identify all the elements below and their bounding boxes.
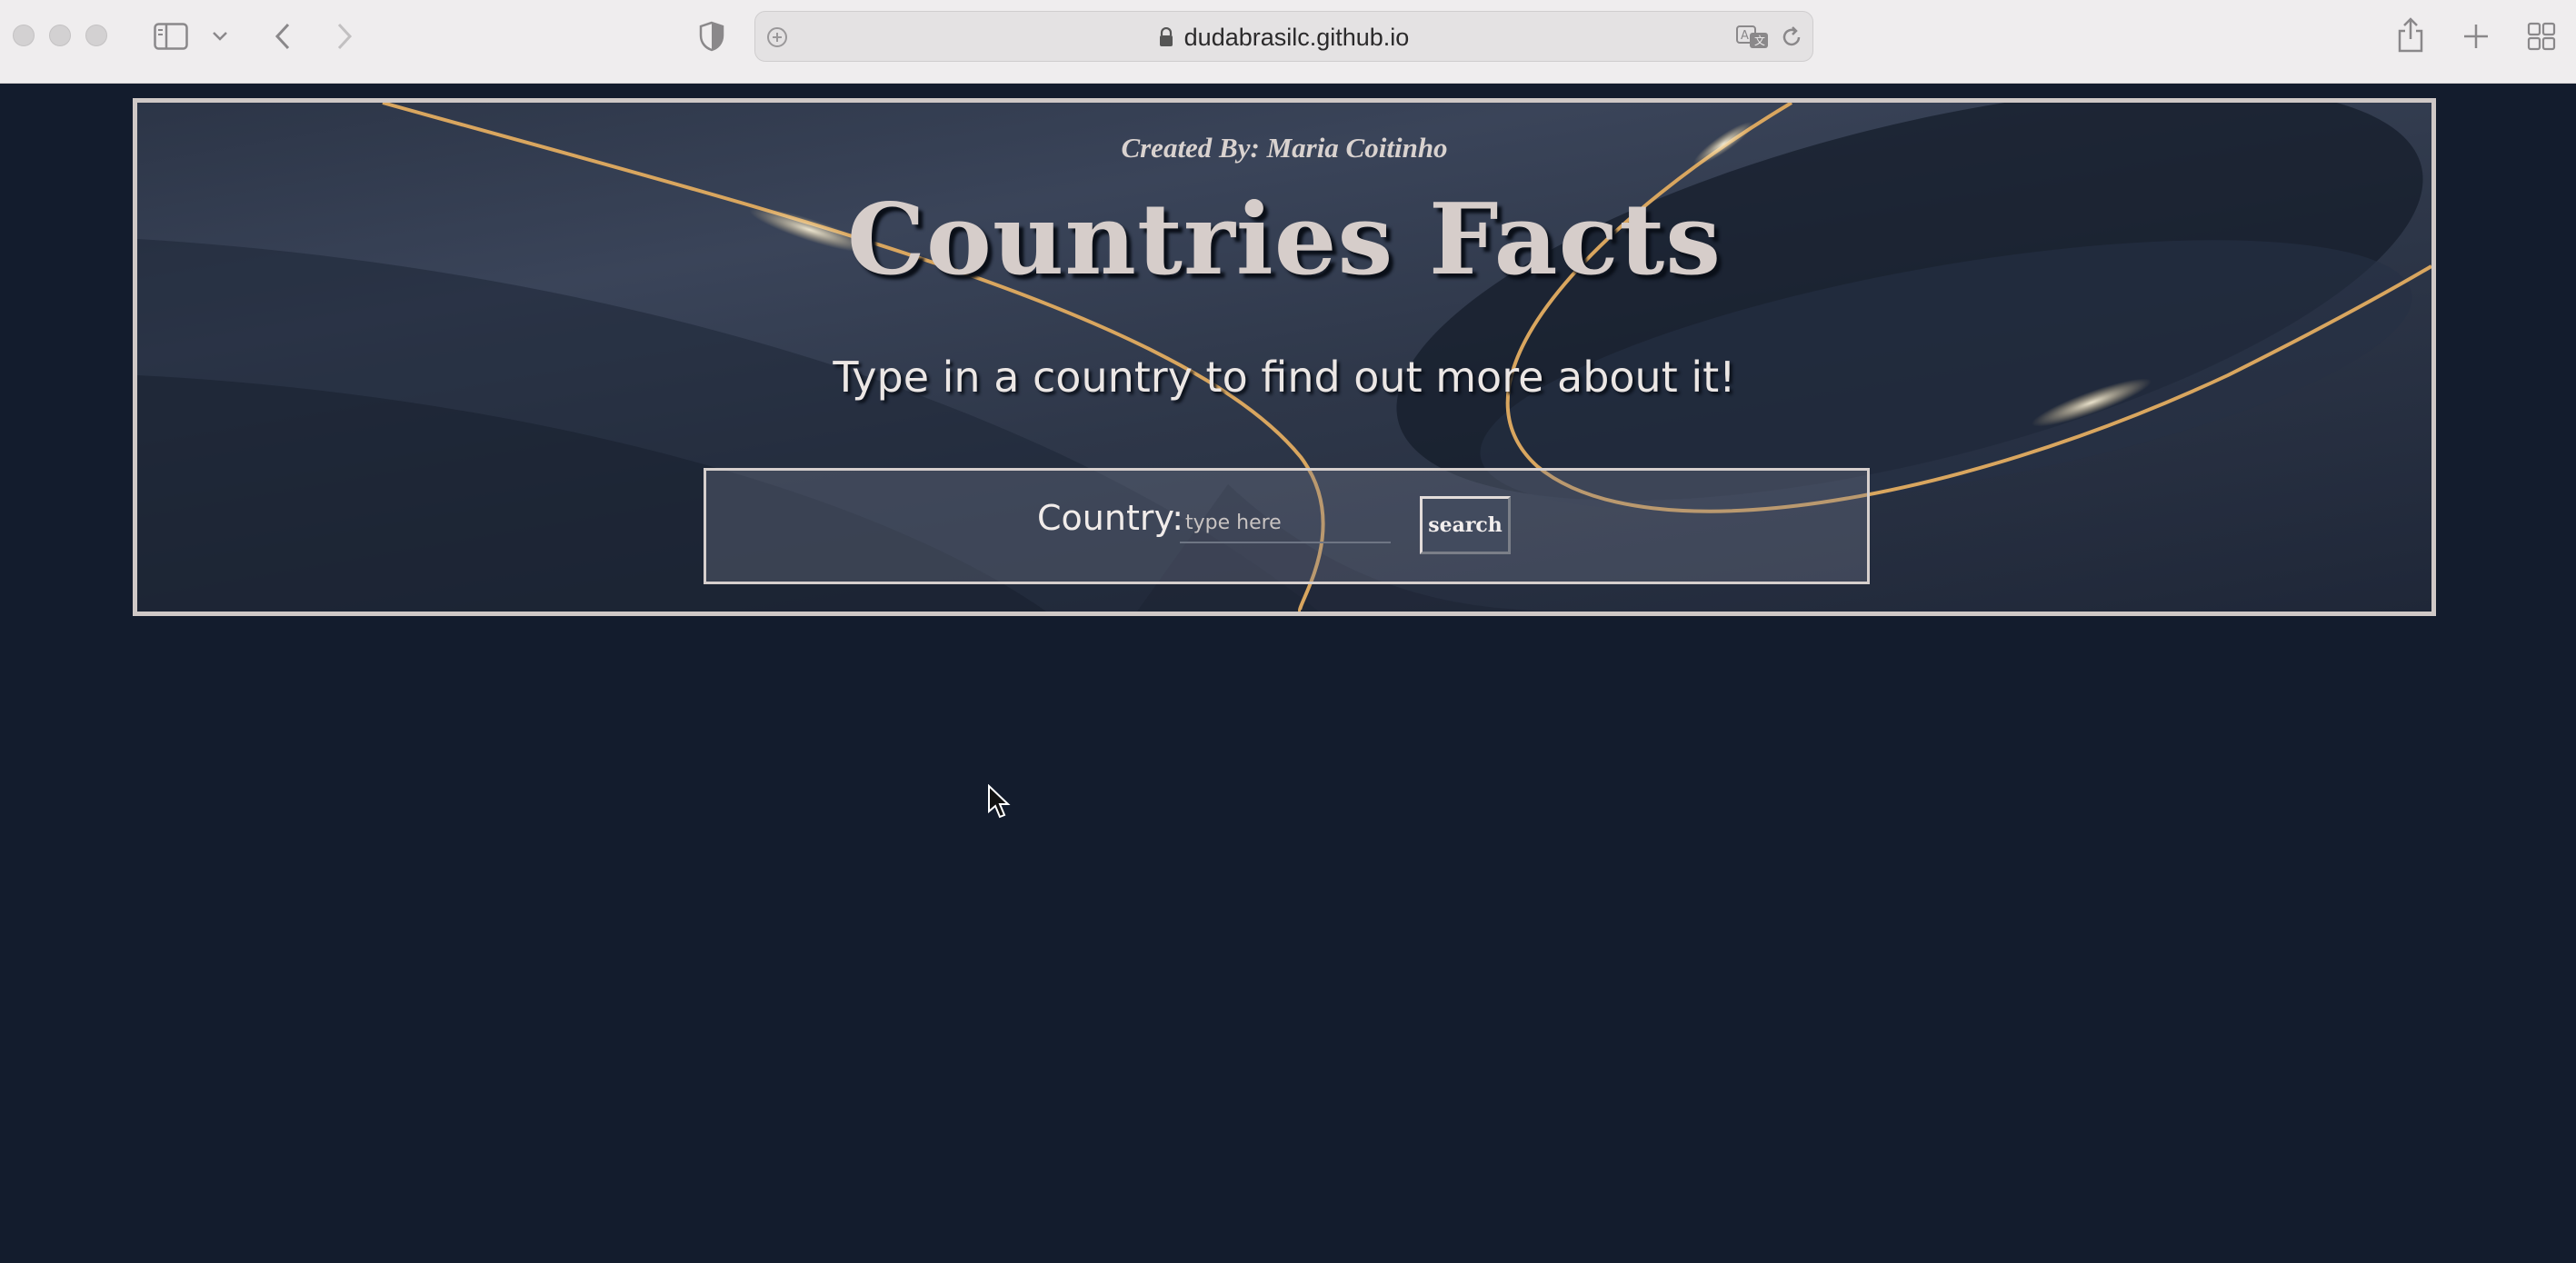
minimize-window-button[interactable] <box>49 25 71 46</box>
country-input[interactable] <box>1180 503 1391 543</box>
page-subtitle: Type in a country to find out more about… <box>833 353 1736 402</box>
creator-credit: Created By: Maria Coitinho <box>1121 132 1448 164</box>
privacy-shield-icon[interactable] <box>696 18 727 55</box>
tab-overview-icon[interactable] <box>2525 20 2558 53</box>
svg-text:文: 文 <box>1754 34 1765 47</box>
close-window-button[interactable] <box>13 25 35 46</box>
svg-text:A: A <box>1741 29 1749 43</box>
page-title: Countries Facts <box>846 183 1722 297</box>
hero-banner: Created By: Maria Coitinho Countries Fac… <box>133 98 2436 616</box>
sidebar-icon[interactable] <box>153 20 189 53</box>
url-text: dudabrasilc.github.io <box>1183 23 1410 51</box>
search-form: Country: search <box>704 468 1870 584</box>
search-button[interactable]: search <box>1420 496 1511 554</box>
lock-icon <box>1159 27 1173 47</box>
translate-icon[interactable]: A文 <box>1734 23 1771 52</box>
reload-icon[interactable] <box>1777 23 1806 52</box>
url-display: dudabrasilc.github.io <box>755 12 1812 63</box>
address-bar[interactable]: dudabrasilc.github.io A文 <box>754 11 1813 62</box>
share-icon[interactable] <box>2394 15 2427 55</box>
forward-icon[interactable] <box>331 18 358 55</box>
browser-toolbar: dudabrasilc.github.io A文 <box>0 0 2576 84</box>
zoom-window-button[interactable] <box>85 25 107 46</box>
mouse-cursor-icon <box>987 783 1011 823</box>
country-label: Country: <box>1037 498 1183 538</box>
new-tab-icon[interactable] <box>2460 20 2492 53</box>
chevron-down-icon[interactable] <box>209 25 231 47</box>
back-icon[interactable] <box>269 18 296 55</box>
